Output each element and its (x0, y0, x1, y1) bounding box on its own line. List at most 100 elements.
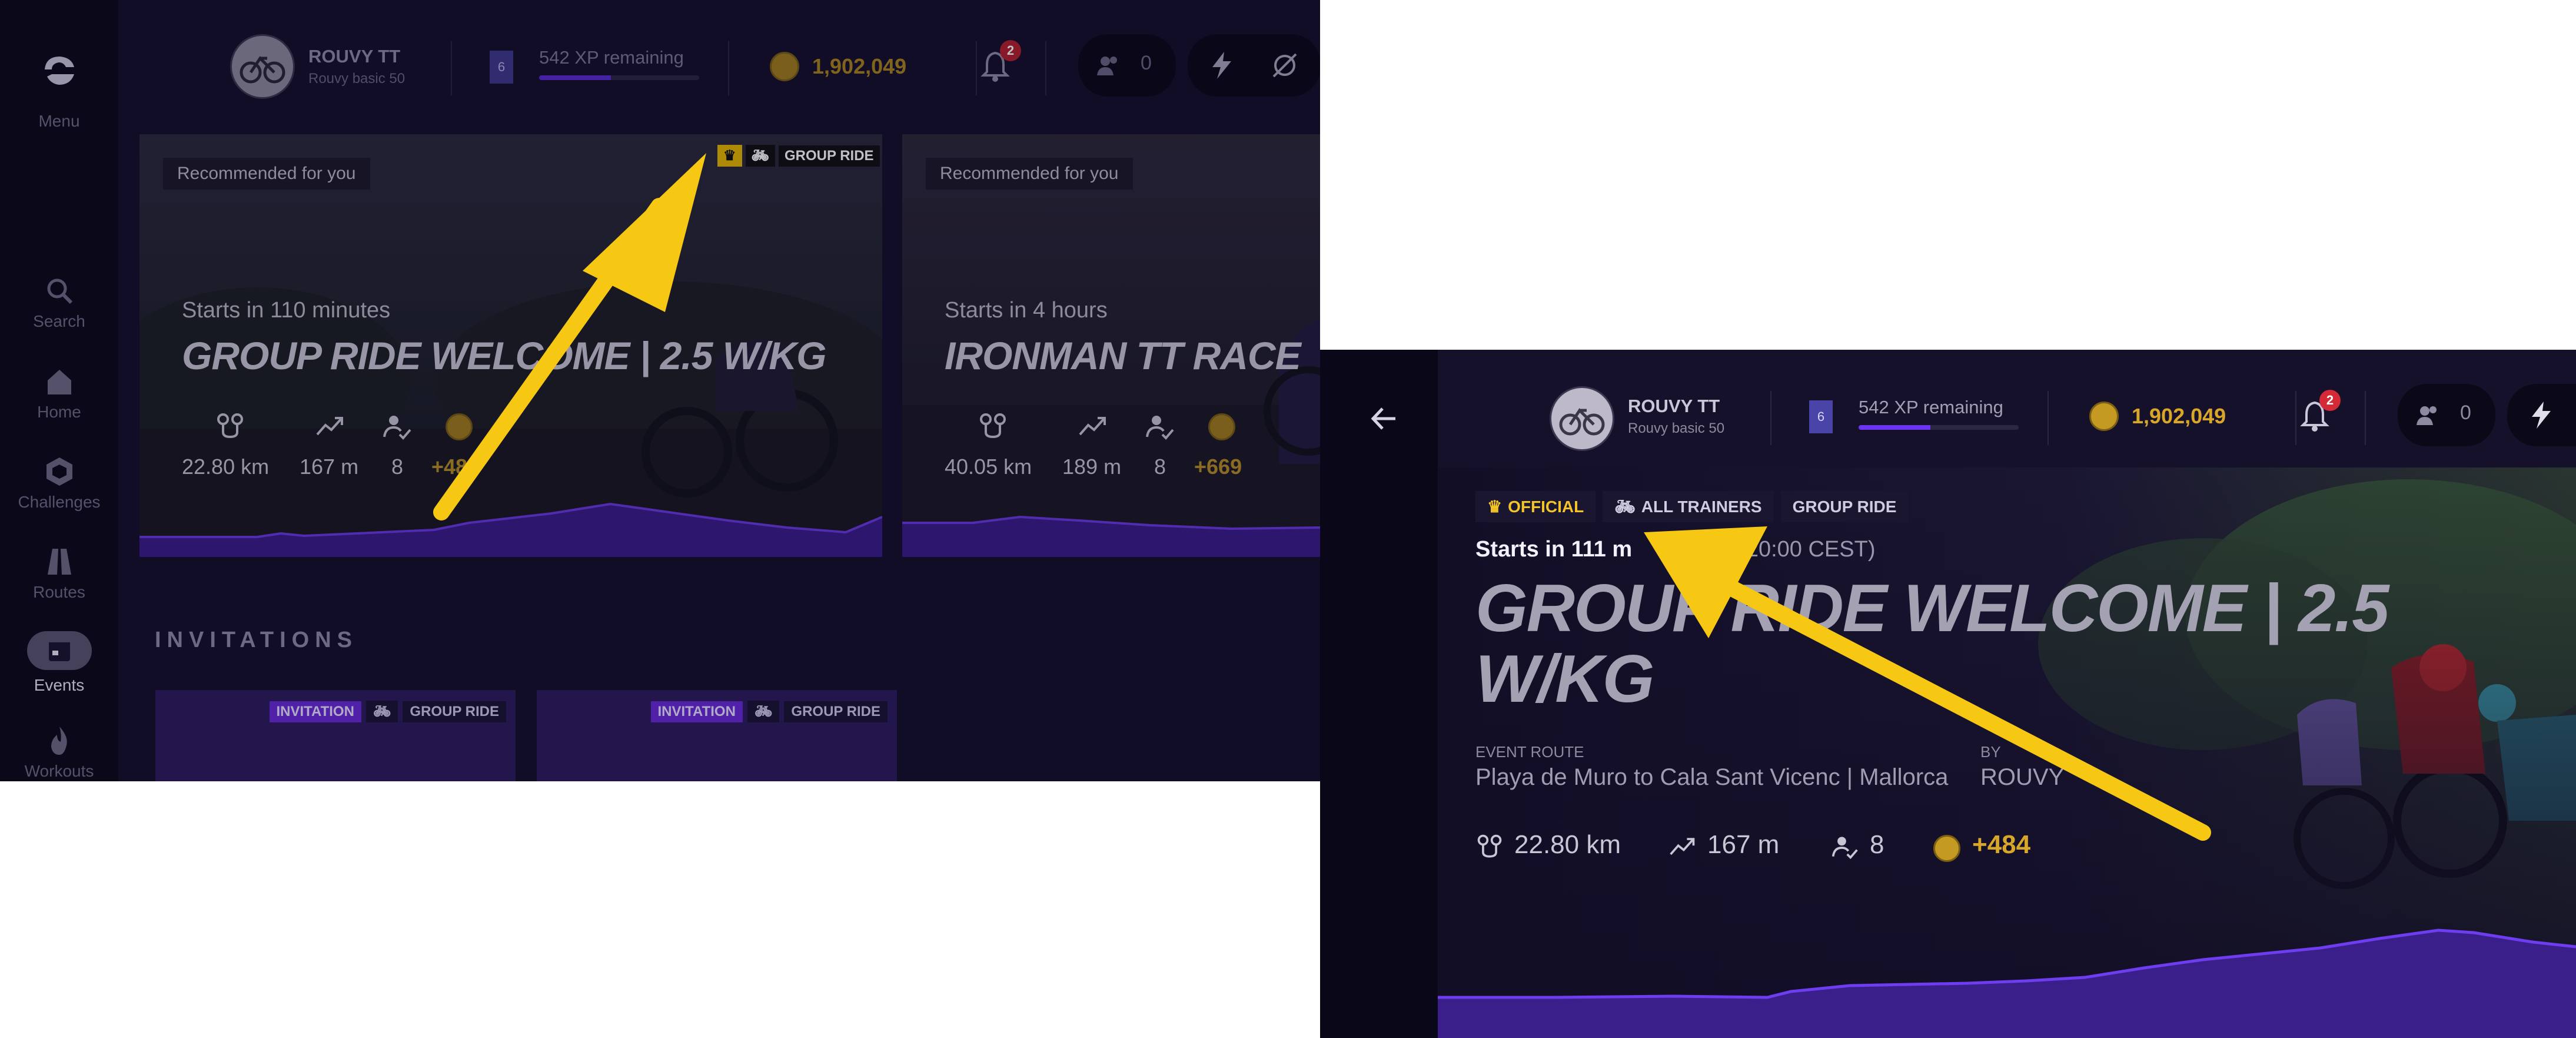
crown-icon: ♛ (717, 145, 742, 167)
sidebar-item-home[interactable]: Home (0, 365, 118, 422)
distance: 22.80 km (1514, 830, 1621, 859)
elevation-icon (1078, 411, 1108, 442)
coin-icon (1933, 835, 1960, 862)
friends-count: 0 (1141, 52, 1152, 74)
divider (2047, 391, 2049, 445)
sidebar-item-label: Home (37, 403, 81, 421)
sidebar-item-workouts[interactable]: Workouts (0, 724, 118, 781)
invitation-card[interactable]: INVITATION 🚲︎ GROUP RIDE (155, 690, 516, 781)
divider (976, 41, 977, 95)
start-datetime: (13 May 20:00 CEST) (1659, 537, 1876, 562)
level-badge: 6 (1809, 400, 1833, 433)
event-detail-screen: ROUVY TT Rouvy basic 50 6 542 XP remaini… (1320, 350, 2576, 1038)
route-icon (215, 411, 245, 442)
back-arrow-icon[interactable] (1368, 403, 1400, 435)
card-badges: ♛ 🚲︎ GROUP RIDE (717, 145, 880, 167)
invitation-badges: INVITATION 🚲︎ GROUP RIDE (269, 701, 506, 722)
starts-in: Starts in 4 hours (945, 298, 1108, 323)
bicycle-icon: 🚲︎ (1614, 498, 1636, 516)
coin-reward: +484 (1972, 830, 2031, 859)
xp-progress-bar (1859, 425, 2019, 430)
invitation-badges: INVITATION 🚲︎ GROUP RIDE (650, 701, 888, 722)
avatar[interactable] (1550, 386, 1614, 451)
avatar[interactable] (230, 34, 295, 99)
sidebar: Menu Search Home Challenges Routes Event… (0, 0, 118, 781)
event-card[interactable]: Recommended for you Starts in 4 hours IR… (902, 134, 1320, 557)
riders-count: 8 (1154, 455, 1166, 479)
rouvy-logo-icon[interactable] (40, 52, 78, 89)
friends-count: 0 (2460, 402, 2471, 424)
sidebar-item-label: Search (33, 312, 85, 330)
crown-icon: ♛ (1487, 498, 1503, 516)
riders-count: 8 (1870, 830, 1884, 859)
chip-label: ALL TRAINERS (1641, 497, 1762, 516)
bicycle-icon: 🚲︎ (745, 145, 775, 167)
event-title-line1: GROUP RIDE WELCOME | 2.5 (1475, 571, 2389, 646)
elevation: 167 m (300, 455, 359, 479)
user-name[interactable]: ROUVY TT (308, 46, 400, 67)
elevation: 167 m (1707, 830, 1780, 859)
organizer-name[interactable]: ROUVY (1980, 764, 2064, 791)
route-icon (978, 411, 1008, 442)
friends-icon (1093, 51, 1123, 80)
official-chip: ♛ OFFICIAL (1475, 491, 1596, 522)
lightning-icon (2528, 400, 2554, 430)
sidebar-item-label: Workouts (24, 762, 94, 780)
notification-badge: 2 (1000, 40, 1021, 61)
user-subscription: Rouvy basic 50 (1628, 420, 1725, 436)
event-title-line2: W/KG (1475, 642, 1654, 717)
invitations-title: INVITATIONS (155, 628, 358, 652)
coin-icon (1208, 413, 1235, 440)
coin-balance: 1,902,049 (812, 54, 907, 78)
all-trainers-chip: 🚲︎ ALL TRAINERS (1603, 491, 1774, 522)
flame-icon (43, 724, 76, 757)
recommended-tag: Recommended for you (926, 158, 1133, 190)
sidebar-item-search[interactable]: Search (0, 274, 118, 331)
level-badge: 6 (490, 51, 513, 84)
sidebar-item-label: Challenges (18, 493, 101, 511)
sidebar-item-routes[interactable]: Routes (0, 545, 118, 602)
route-icon (1475, 833, 1504, 861)
user-name[interactable]: ROUVY TT (1628, 396, 1720, 417)
sidebar-item-events[interactable]: Events (0, 631, 118, 695)
sidebar-menu-label[interactable]: Menu (0, 112, 118, 131)
route-name[interactable]: Playa de Muro to Cala Sant Vicenc | Mall… (1475, 764, 1948, 791)
top-bar: ROUVY TT Rouvy basic 50 6 542 XP remaini… (118, 0, 1320, 134)
riders-icon (382, 411, 413, 442)
coin-icon (2089, 402, 2119, 431)
friends-button[interactable]: 0 (1078, 34, 1176, 97)
riders-icon (1145, 411, 1175, 442)
sidebar-item-challenges[interactable]: Challenges (0, 455, 118, 512)
riders-icon (1831, 833, 1859, 861)
coin-reward: +484 (431, 455, 480, 479)
divider (728, 41, 729, 95)
chip-label: OFFICIAL (1508, 497, 1584, 516)
recommended-tag: Recommended for you (163, 158, 370, 190)
coin-icon (446, 413, 473, 440)
coin-icon (770, 52, 799, 81)
group-ride-chip: GROUP RIDE (1780, 491, 1909, 522)
group-ride-badge: GROUP RIDE (784, 701, 888, 722)
event-title: GROUP RIDE WELCOME | 2.5 W/KG (182, 334, 826, 377)
bicycle-icon: 🚲︎ (365, 701, 398, 722)
starts-in: Starts in 111 m (1475, 537, 1633, 562)
notification-badge: 2 (2319, 390, 2341, 411)
search-icon (43, 274, 76, 307)
chip-label: GROUP RIDE (1792, 497, 1897, 516)
divider (2295, 391, 2296, 445)
sensor-off-icon (1270, 51, 1299, 80)
coin-balance: 1,902,049 (2132, 404, 2226, 428)
by-label: BY (1980, 743, 2001, 761)
divider (1045, 41, 1046, 95)
road-icon (43, 545, 76, 578)
home-icon (43, 365, 76, 398)
sidebar (1320, 350, 1438, 1038)
event-title: IRONMAN TT RACE (945, 334, 1301, 377)
top-bar: ROUVY TT Rouvy basic 50 6 542 XP remaini… (1438, 350, 2576, 467)
connections-button[interactable] (2507, 384, 2576, 446)
connections-button[interactable] (1188, 34, 1320, 97)
invitation-card[interactable]: INVITATION 🚲︎ GROUP RIDE (537, 690, 897, 781)
friends-button[interactable]: 0 (2398, 384, 2495, 446)
friends-icon (2413, 400, 2442, 430)
event-card[interactable]: Recommended for you ♛ 🚲︎ GROUP RIDE Star… (139, 134, 882, 557)
